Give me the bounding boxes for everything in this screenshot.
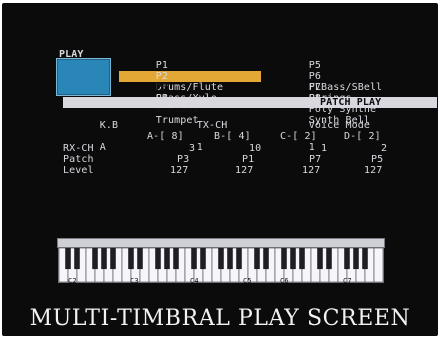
patch-item-p2[interactable]: P2 SBass/Xylo [119,60,217,104]
tx-label: TX-CH [196,120,228,131]
black-key[interactable] [362,248,368,270]
row-label-patch: Patch [63,154,94,165]
black-key[interactable] [227,248,233,270]
patch-b: P1 [242,154,255,165]
patch-item-p1[interactable]: P1 Drums/Flute [119,49,223,93]
patch-item-p5[interactable]: P5 FLBass/SBell [272,49,382,93]
mode-label: PATCH PLAY [320,97,382,108]
black-key[interactable] [236,248,242,270]
black-key[interactable] [254,248,260,270]
black-key[interactable] [110,248,116,270]
part-range-b: B-[ 4] [214,131,251,142]
caption: MULTI-TIMBRAL PLAY SCREEN [29,306,411,331]
black-key[interactable] [290,248,296,270]
synth-lcd-screen: PLAY P1 Drums/Flute P2 SBass/Xylo P3 E.P… [2,3,438,336]
black-key[interactable] [218,248,224,270]
black-key[interactable] [353,248,359,270]
kb-label-2: C4 [190,277,199,285]
patch-c: P7 [309,154,322,165]
black-key[interactable] [101,248,107,270]
kb-label-5: C7 [343,277,352,285]
black-key[interactable] [65,248,71,270]
black-key[interactable] [299,248,305,270]
level-a: 127 [170,165,189,176]
kb-label-1: C3 [130,277,139,285]
black-key[interactable] [317,248,323,270]
black-key[interactable] [326,248,332,270]
black-key[interactable] [173,248,179,270]
black-key[interactable] [74,248,80,270]
black-key[interactable] [200,248,206,270]
photo-frame: PLAY P1 Drums/Flute P2 SBass/Xylo P3 E.P… [2,3,438,336]
black-key[interactable] [191,248,197,270]
keyboard-labels: C2 C3 C4 C5 C6 C7 [58,275,384,287]
row-label-rxch: RX-CH [63,143,94,154]
kb-label-4: C6 [280,277,289,285]
black-key[interactable] [137,248,143,270]
black-key[interactable] [281,248,287,270]
level-c: 127 [302,165,321,176]
part-range-d: D-[ 2] [344,131,381,142]
tx-value: 1 [196,142,203,153]
keyboard-range-bar [58,239,384,247]
black-key[interactable] [92,248,98,270]
patch-item-p8[interactable]: P8 Synth Bell [272,82,370,126]
play-mode-block[interactable] [56,58,111,96]
voice-label: Voice Mode [308,120,370,131]
black-key[interactable] [164,248,170,270]
patch-d: P5 [371,154,384,165]
patch-item-p7[interactable]: P7 Poly Synthe [272,71,376,115]
level-d: 127 [364,165,383,176]
voice-value: 1 [308,142,315,153]
kb-label-0: C2 [68,277,77,285]
play-label: PLAY [59,49,84,60]
rxch-a: 3 [189,143,196,154]
patch-item-p3[interactable]: P3 E.Piano [119,71,199,115]
level-b: 127 [235,165,254,176]
patch-item-p6[interactable]: P6 Strings [272,60,352,104]
black-key[interactable] [344,248,350,270]
black-key[interactable] [263,248,269,270]
kb-label-3: C5 [243,277,252,285]
row-label-level: Level [63,165,94,176]
patch-item-p4[interactable]: P4 Trumpet [119,82,199,126]
black-key[interactable] [155,248,161,270]
rxch-c: 1 [321,143,328,154]
part-range-a: A-[ 8] [147,131,184,142]
kb-label: K.B [99,120,119,131]
kb-value: A [99,142,106,153]
rxch-b: 10 [249,143,262,154]
patch-a: P3 [177,154,190,165]
rxch-d: 2 [381,143,388,154]
black-key[interactable] [128,248,134,270]
part-range-c: C-[ 2] [280,131,317,142]
